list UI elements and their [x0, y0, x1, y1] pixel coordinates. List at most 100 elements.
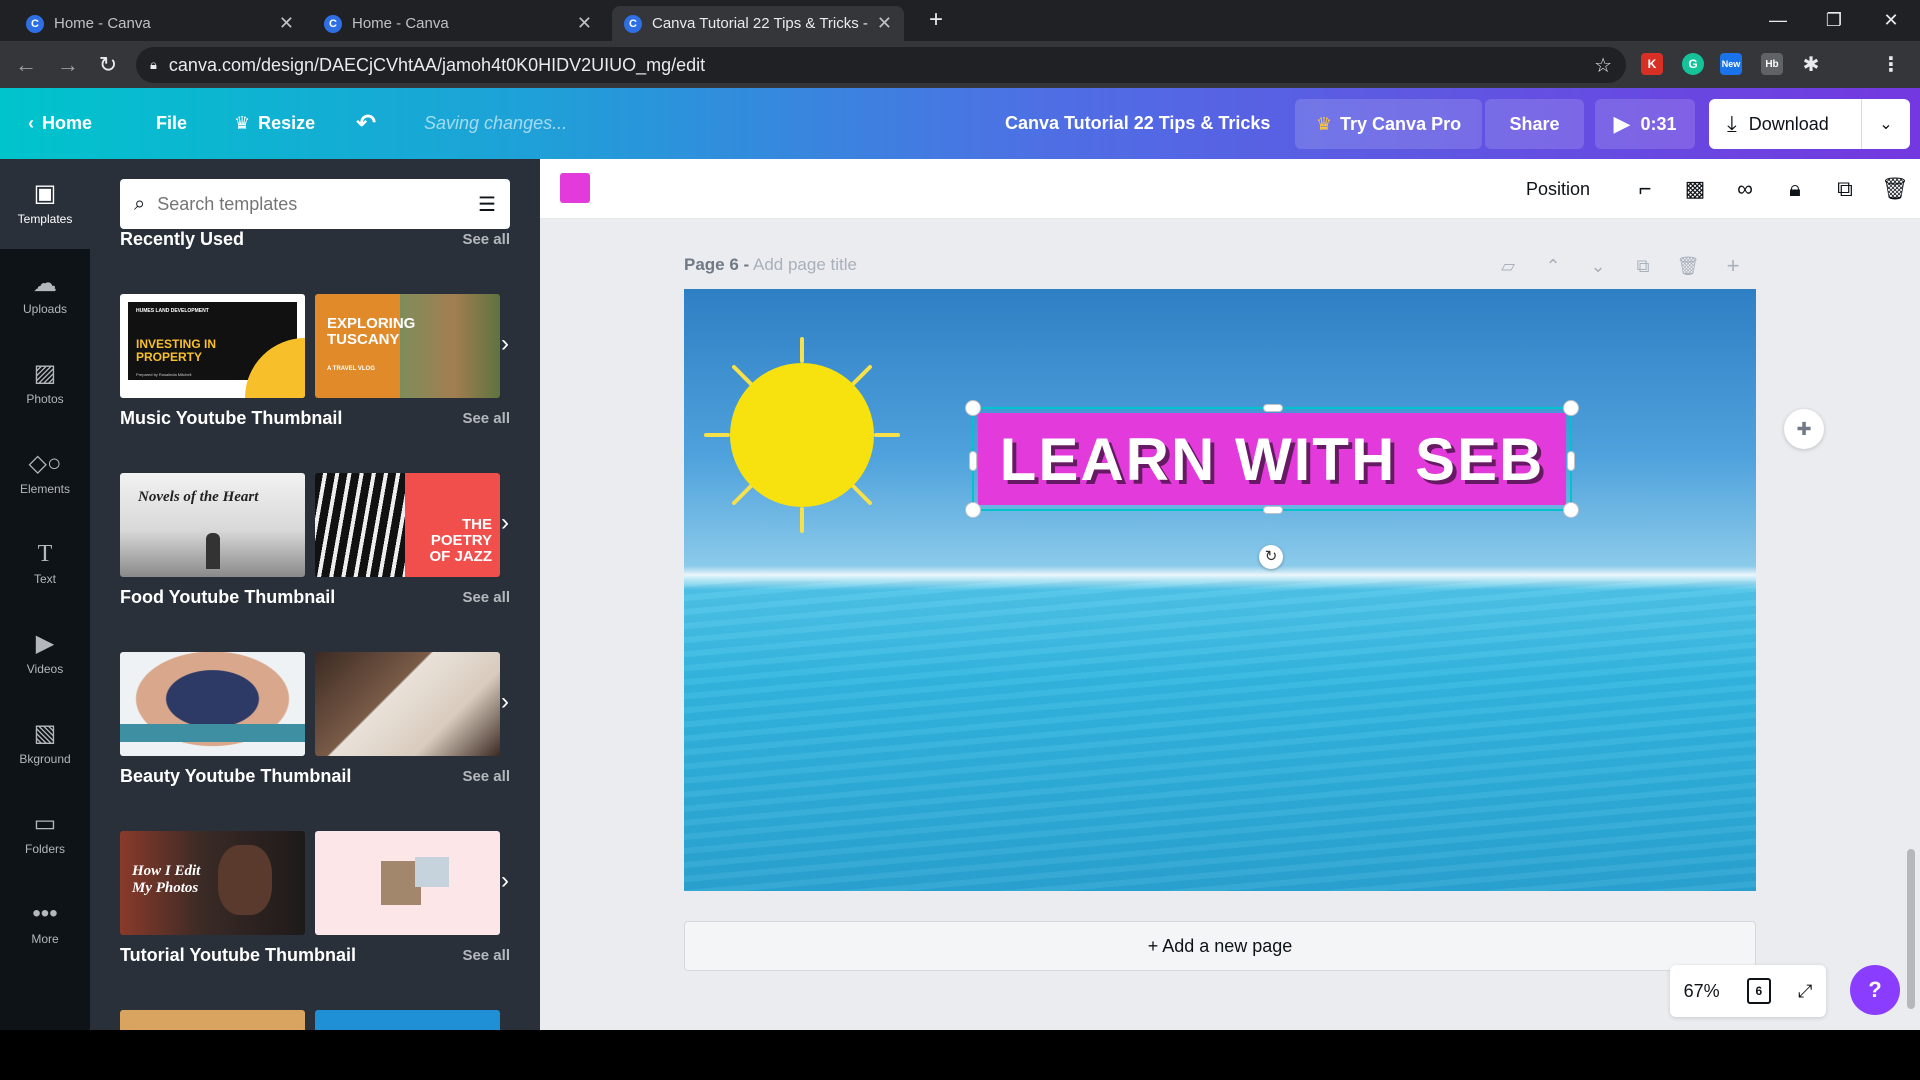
- vertical-scrollbar[interactable]: [1902, 219, 1920, 1030]
- share-button[interactable]: Share: [1485, 99, 1584, 149]
- fullscreen-icon[interactable]: ⤢: [1798, 981, 1812, 1002]
- undo-icon[interactable]: ↶: [356, 88, 376, 159]
- template-thumb-tuscany[interactable]: EXPLORING TUSCANY A TRAVEL VLOG: [315, 294, 500, 398]
- url-field[interactable]: 🔒︎ canva.com/design/DAECjCVhtAA/jamoh4t0…: [136, 47, 1626, 83]
- resize-button[interactable]: ♛ Resize: [234, 88, 315, 159]
- rail-item-photos[interactable]: ▨ Photos: [0, 339, 90, 429]
- template-thumb-beauty-1[interactable]: How I Edit My Photos: [120, 831, 305, 935]
- see-all-link[interactable]: See all: [462, 589, 510, 606]
- heading-text-box[interactable]: LEARN WITH SEB: [978, 413, 1566, 505]
- page-notes-icon[interactable]: ▱: [1495, 253, 1521, 279]
- browser-tab-active[interactable]: C Canva Tutorial 22 Tips & Tricks - ✕: [612, 6, 904, 41]
- grammarly-extension-icon[interactable]: G: [1682, 53, 1704, 75]
- template-search-box[interactable]: ⌕ ☰: [120, 179, 510, 229]
- template-thumb-novels[interactable]: Novels of the Heart: [120, 473, 305, 577]
- delete-page-icon[interactable]: 🗑︎: [1675, 253, 1701, 279]
- position-button[interactable]: Position: [1526, 159, 1590, 219]
- present-button[interactable]: ▶ 0:31: [1595, 99, 1695, 149]
- rail-item-videos[interactable]: ▶ Videos: [0, 609, 90, 699]
- resize-handle[interactable]: [965, 400, 981, 416]
- add-comment-icon[interactable]: ✚: [1784, 409, 1824, 449]
- back-icon[interactable]: ←: [10, 49, 42, 81]
- rail-item-more[interactable]: ••• More: [0, 879, 90, 969]
- see-all-link[interactable]: See all: [462, 768, 510, 785]
- reload-icon[interactable]: ↻: [92, 49, 124, 81]
- restore-icon[interactable]: ❐: [1811, 4, 1857, 36]
- paint-roller-icon[interactable]: ⌐: [1630, 174, 1660, 204]
- scrollbar-thumb[interactable]: [1907, 849, 1915, 1009]
- resize-handle[interactable]: [1263, 506, 1283, 514]
- see-all-link[interactable]: See all: [462, 947, 510, 964]
- resize-handle[interactable]: [965, 502, 981, 518]
- try-canva-pro-button[interactable]: ♛ Try Canva Pro: [1295, 99, 1482, 149]
- new-tab-icon[interactable]: +: [922, 6, 950, 34]
- window-close-icon[interactable]: ✕: [1868, 4, 1914, 36]
- add-page-icon[interactable]: +: [1720, 253, 1746, 279]
- sun-graphic[interactable]: [702, 335, 902, 535]
- tab-close-icon[interactable]: ✕: [279, 13, 294, 34]
- profile-avatar[interactable]: [1842, 53, 1864, 75]
- next-arrow-icon[interactable]: ›: [495, 688, 515, 716]
- rail-item-folders[interactable]: ▭ Folders: [0, 789, 90, 879]
- template-thumb-tutorial-2[interactable]: [315, 1010, 500, 1030]
- page-count-badge[interactable]: 6: [1746, 978, 1771, 1004]
- next-arrow-icon[interactable]: ›: [495, 330, 515, 358]
- template-thumb-jazz[interactable]: THE POETRY OF JAZZ: [315, 473, 500, 577]
- move-page-down-icon[interactable]: ⌄: [1585, 253, 1611, 279]
- lock-icon[interactable]: 🔒︎: [1780, 174, 1810, 204]
- next-arrow-icon[interactable]: ›: [495, 867, 515, 895]
- resize-handle[interactable]: [1567, 451, 1575, 471]
- minimize-icon[interactable]: —: [1755, 4, 1801, 36]
- link-icon[interactable]: ∞: [1730, 174, 1760, 204]
- template-thumb-investing[interactable]: HUMES LAND DEVELOPMENT INVESTING IN PROP…: [120, 294, 305, 398]
- heading-text[interactable]: LEARN WITH SEB: [1000, 425, 1545, 494]
- zoom-level[interactable]: 67%: [1684, 981, 1720, 1002]
- see-all-link[interactable]: See all: [462, 410, 510, 427]
- browser-tab-home-2[interactable]: C Home - Canva ✕: [312, 6, 604, 41]
- browser-menu-icon[interactable]: ⋮: [1880, 53, 1902, 76]
- resize-handle[interactable]: [969, 451, 977, 471]
- extension-k-icon[interactable]: K: [1641, 53, 1663, 75]
- bookmark-star-icon[interactable]: ☆: [1594, 53, 1612, 78]
- extensions-puzzle-icon[interactable]: ✱: [1800, 53, 1822, 76]
- transparency-icon[interactable]: ▩: [1680, 174, 1710, 204]
- see-all-link[interactable]: See all: [462, 231, 510, 248]
- rotate-handle-icon[interactable]: ↻: [1259, 545, 1283, 569]
- filter-icon[interactable]: ☰: [478, 192, 496, 217]
- tab-close-icon[interactable]: ✕: [877, 13, 892, 34]
- rail-item-templates[interactable]: ▣ Templates: [0, 159, 90, 249]
- resize-handle[interactable]: [1263, 404, 1283, 412]
- rail-item-elements[interactable]: ◇○ Elements: [0, 429, 90, 519]
- template-thumb-beauty-2[interactable]: [315, 831, 500, 935]
- add-new-page-button[interactable]: + Add a new page: [684, 921, 1756, 971]
- document-title[interactable]: Canva Tutorial 22 Tips & Tricks: [1005, 88, 1270, 159]
- chevron-down-icon[interactable]: ⌄: [1862, 114, 1910, 134]
- heading-selection-box[interactable]: LEARN WITH SEB: [965, 400, 1579, 518]
- text-background-color-swatch[interactable]: [560, 173, 590, 203]
- download-button[interactable]: ⤓ Download ⌄: [1709, 99, 1910, 149]
- duplicate-page-icon[interactable]: ⧉: [1630, 253, 1656, 279]
- home-button[interactable]: ‹ Home: [28, 88, 92, 159]
- resize-handle[interactable]: [1563, 400, 1579, 416]
- rail-item-background[interactable]: ▧ Bkground: [0, 699, 90, 789]
- extension-hb-icon[interactable]: Hb: [1761, 53, 1783, 75]
- template-thumb-food-1[interactable]: [120, 652, 305, 756]
- next-arrow-icon[interactable]: ›: [495, 509, 515, 537]
- extension-new-icon[interactable]: New: [1720, 53, 1742, 75]
- help-button[interactable]: ?: [1850, 965, 1900, 1015]
- rail-item-uploads[interactable]: ☁ Uploads: [0, 249, 90, 339]
- page-title-field[interactable]: Add page title: [753, 255, 857, 274]
- search-input[interactable]: [157, 193, 479, 215]
- browser-tab-home-1[interactable]: C Home - Canva ✕: [14, 6, 306, 41]
- design-page[interactable]: LEARN WITH SEB ↻: [684, 289, 1756, 891]
- forward-icon[interactable]: →: [52, 49, 84, 81]
- resize-handle[interactable]: [1563, 502, 1579, 518]
- tab-close-icon[interactable]: ✕: [577, 13, 592, 34]
- rail-item-text[interactable]: T Text: [0, 519, 90, 609]
- template-thumb-tutorial-1[interactable]: [120, 1010, 305, 1030]
- duplicate-icon[interactable]: ⧉: [1830, 174, 1860, 204]
- move-page-up-icon[interactable]: ⌃: [1540, 253, 1566, 279]
- template-thumb-food-2[interactable]: [315, 652, 500, 756]
- file-menu-button[interactable]: File: [156, 88, 187, 159]
- trash-icon[interactable]: 🗑︎: [1880, 174, 1910, 204]
